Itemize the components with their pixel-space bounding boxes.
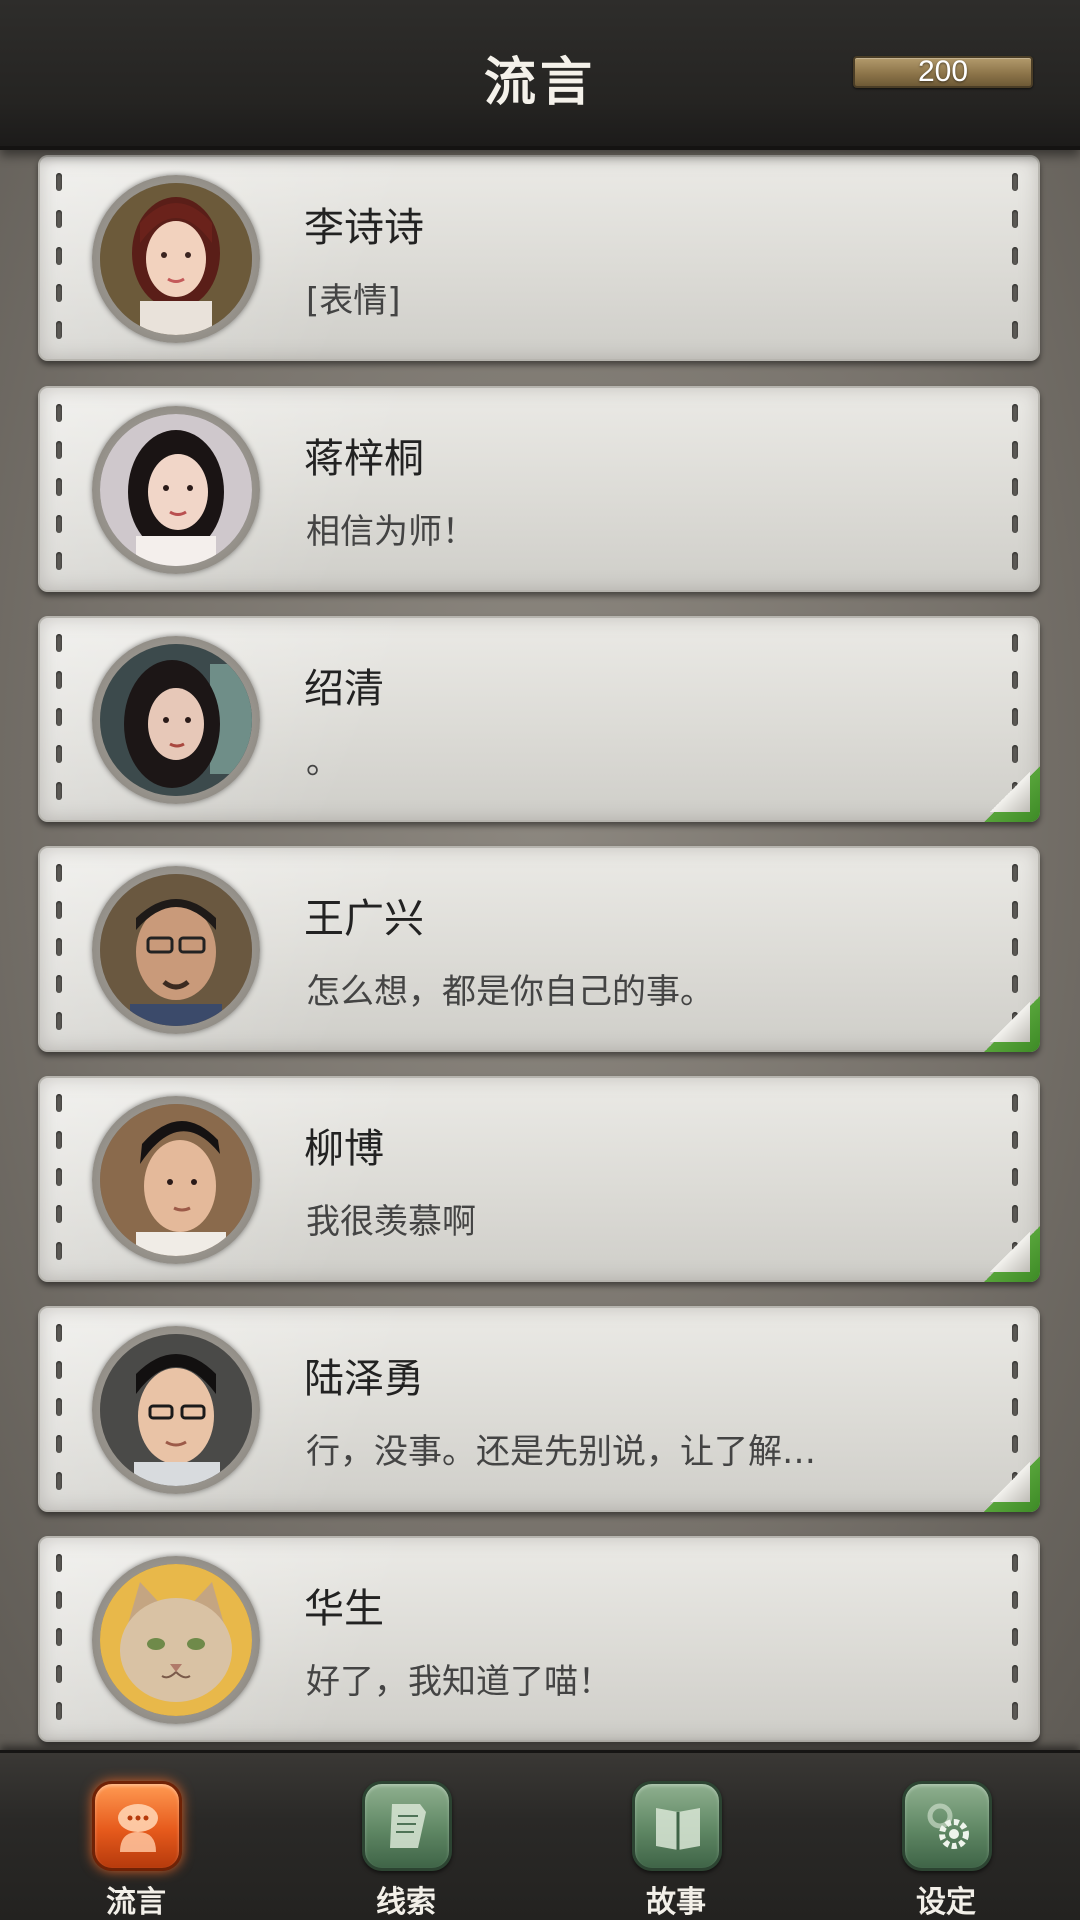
conversation-card[interactable]: 王广兴 怎么想，都是你自己的事。 — [38, 846, 1040, 1052]
perforation-left — [56, 173, 64, 343]
contact-name: 李诗诗 — [304, 205, 424, 251]
currency-value: 200 — [917, 55, 969, 88]
tab-settings[interactable]: 设定 — [886, 1781, 1006, 1920]
cat-avatar-icon — [100, 1564, 252, 1716]
conversation-list[interactable]: 李诗诗 [表情] 蒋梓桐 相信为师！ 绍清 。 王广兴 怎么想，都是你自己的事。… — [0, 150, 1080, 1750]
gear-icon — [902, 1781, 992, 1871]
top-bar: 流言 200 — [0, 0, 1080, 150]
avatar-frame — [92, 866, 260, 1034]
last-message: [表情] — [306, 281, 401, 321]
man-avatar-icon — [100, 874, 252, 1026]
tab-stories[interactable]: 故事 — [616, 1781, 736, 1920]
avatar-frame — [92, 406, 260, 574]
perforation-left — [56, 404, 64, 574]
man-avatar-icon — [100, 1104, 252, 1256]
tab-rumors[interactable]: 流言 — [76, 1781, 196, 1920]
tab-label: 设定 — [916, 1885, 976, 1920]
unread-flag-icon — [984, 1456, 1040, 1512]
avatar-frame — [92, 1556, 260, 1724]
last-message: 行，没事。还是先别说，让了解… — [306, 1432, 816, 1472]
avatar-frame — [92, 175, 260, 343]
contact-name: 王广兴 — [304, 896, 424, 942]
conversation-card[interactable]: 李诗诗 [表情] — [38, 155, 1040, 361]
tab-label: 线索 — [376, 1885, 436, 1920]
perforation-right — [1012, 404, 1020, 574]
avatar-frame — [92, 1096, 260, 1264]
last-message: 怎么想，都是你自己的事。 — [306, 972, 714, 1012]
unread-flag-icon — [984, 766, 1040, 822]
last-message: 好了，我知道了喵！ — [306, 1662, 612, 1702]
woman-avatar-icon — [100, 183, 252, 335]
avatar-frame — [92, 1326, 260, 1494]
last-message: 。 — [306, 742, 340, 782]
chat-bubble-icon — [92, 1781, 182, 1871]
contact-name: 蒋梓桐 — [304, 436, 424, 482]
conversation-card[interactable]: 绍清 。 — [38, 616, 1040, 822]
perforation-left — [56, 1554, 64, 1724]
perforation-left — [56, 634, 64, 804]
perforation-right — [1012, 1554, 1020, 1724]
book-icon — [632, 1781, 722, 1871]
avatar-frame — [92, 636, 260, 804]
conversation-card[interactable]: 柳博 我很羡慕啊 — [38, 1076, 1040, 1282]
unread-flag-icon — [984, 996, 1040, 1052]
conversation-card[interactable]: 蒋梓桐 相信为师！ — [38, 386, 1040, 592]
conversation-card[interactable]: 陆泽勇 行，没事。还是先别说，让了解… — [38, 1306, 1040, 1512]
unread-flag-icon — [984, 1226, 1040, 1282]
woman-avatar-icon — [100, 644, 252, 796]
woman-avatar-icon — [100, 414, 252, 566]
tab-clues[interactable]: 线索 — [346, 1781, 466, 1920]
last-message: 相信为师！ — [306, 512, 476, 552]
contact-name: 陆泽勇 — [304, 1356, 424, 1402]
perforation-right — [1012, 173, 1020, 343]
man-avatar-icon — [100, 1334, 252, 1486]
document-icon — [362, 1781, 452, 1871]
perforation-left — [56, 1324, 64, 1494]
contact-name: 华生 — [304, 1586, 384, 1632]
perforation-left — [56, 864, 64, 1034]
perforation-left — [56, 1094, 64, 1264]
contact-name: 柳博 — [304, 1126, 384, 1172]
bottom-tab-bar: 流言 线索 故事 设定 — [0, 1750, 1080, 1920]
tab-label: 流言 — [106, 1885, 166, 1920]
last-message: 我很羡慕啊 — [306, 1202, 476, 1242]
currency-bar[interactable]: 200 — [853, 56, 1033, 88]
tab-label: 故事 — [646, 1885, 706, 1920]
conversation-card[interactable]: 华生 好了，我知道了喵！ — [38, 1536, 1040, 1742]
contact-name: 绍清 — [304, 666, 384, 712]
